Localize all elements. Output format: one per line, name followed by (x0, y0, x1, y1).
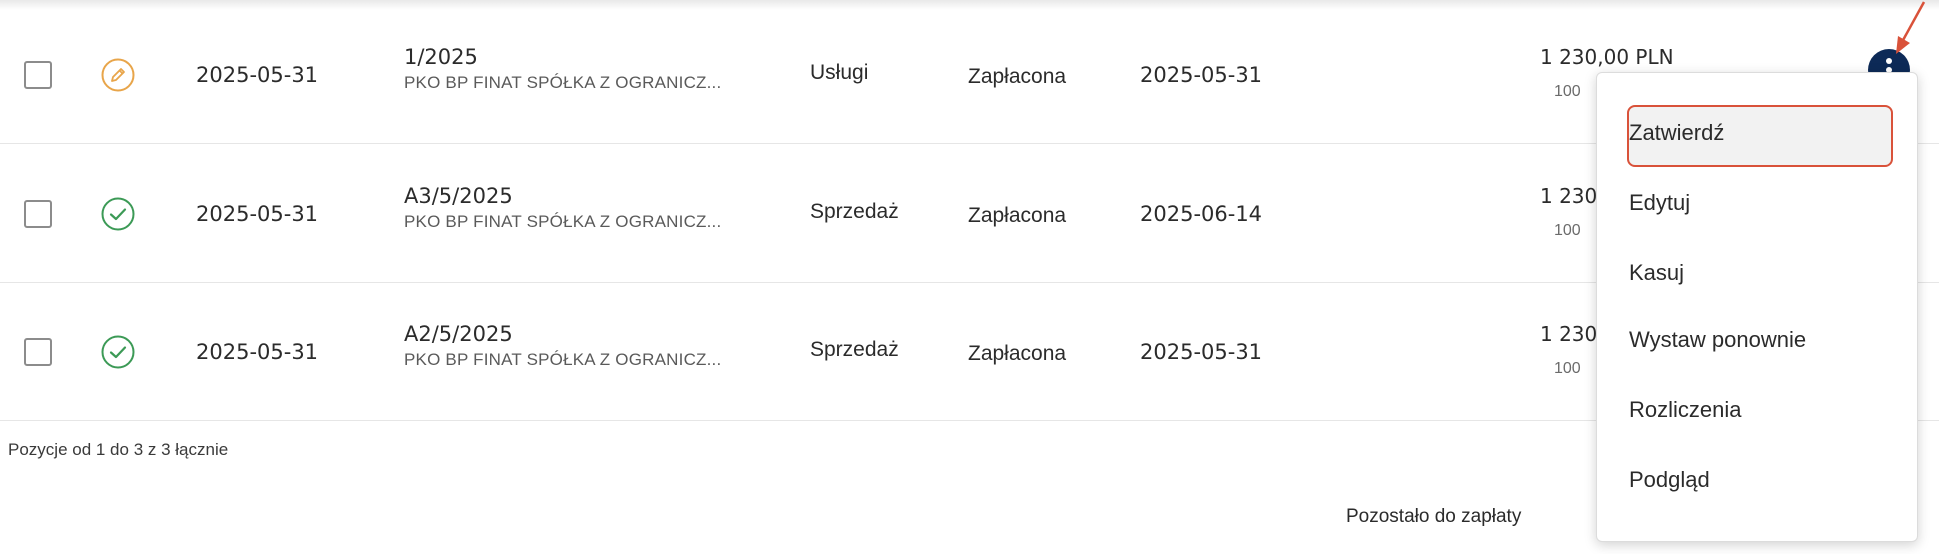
amount: 1 230 (1540, 184, 1598, 208)
contractor-name: PKO BP FINAT SPÓŁKA Z OGRANICZ... (404, 212, 722, 231)
contractor-name: PKO BP FINAT SPÓŁKA Z OGRANICZ... (404, 73, 722, 92)
issue-date: 2025-05-31 (196, 340, 319, 364)
check-circle-icon (101, 335, 135, 369)
document-number[interactable]: A3/5/2025 (404, 184, 513, 208)
sub-amount: 100 (1554, 222, 1581, 239)
payment-status: Zapłacona (968, 204, 1067, 227)
dot-icon (1886, 58, 1892, 64)
menu-item-edit[interactable]: Edytuj (1629, 190, 1690, 216)
row-checkbox[interactable] (24, 61, 52, 89)
category: Sprzedaż (810, 338, 899, 361)
pagination-info: Pozycje od 1 do 3 z 3 łącznie (8, 440, 229, 459)
menu-item-reissue[interactable]: Wystaw ponownie (1629, 327, 1806, 353)
payment-date: 2025-05-31 (1140, 63, 1263, 87)
annotation-arrow-icon (1896, 1, 1926, 54)
menu-item-preview[interactable]: Podgląd (1629, 467, 1710, 493)
remaining-to-pay-label: Pozostało do zapłaty (1346, 506, 1522, 527)
check-circle-icon (101, 197, 135, 231)
amount: 1 230 (1540, 322, 1598, 346)
menu-item-delete[interactable]: Kasuj (1629, 260, 1684, 286)
payment-status: Zapłacona (968, 65, 1067, 88)
menu-item-approve[interactable]: Zatwierdź (1629, 120, 1724, 146)
issue-date: 2025-05-31 (196, 63, 319, 87)
amount: 1 230,00 PLN (1540, 45, 1674, 69)
sub-amount: 100 (1554, 83, 1581, 100)
row-actions-menu: Zatwierdź Edytuj Kasuj Wystaw ponownie R… (1596, 72, 1918, 542)
invoice-list-page: 2025-05-31 1/2025 PKO BP FINAT SPÓŁKA Z … (0, 0, 1939, 554)
document-number[interactable]: 1/2025 (404, 45, 478, 69)
sub-amount: 100 (1554, 360, 1581, 377)
category: Usługi (810, 61, 869, 84)
payment-date: 2025-06-14 (1140, 202, 1263, 226)
payment-status: Zapłacona (968, 342, 1067, 365)
row-checkbox[interactable] (24, 200, 52, 228)
payment-date: 2025-05-31 (1140, 340, 1263, 364)
menu-item-settlements[interactable]: Rozliczenia (1629, 397, 1742, 423)
issue-date: 2025-05-31 (196, 202, 319, 226)
category: Sprzedaż (810, 200, 899, 223)
row-checkbox[interactable] (24, 338, 52, 366)
pencil-icon (101, 58, 135, 92)
document-number[interactable]: A2/5/2025 (404, 322, 513, 346)
contractor-name: PKO BP FINAT SPÓŁKA Z OGRANICZ... (404, 350, 722, 369)
